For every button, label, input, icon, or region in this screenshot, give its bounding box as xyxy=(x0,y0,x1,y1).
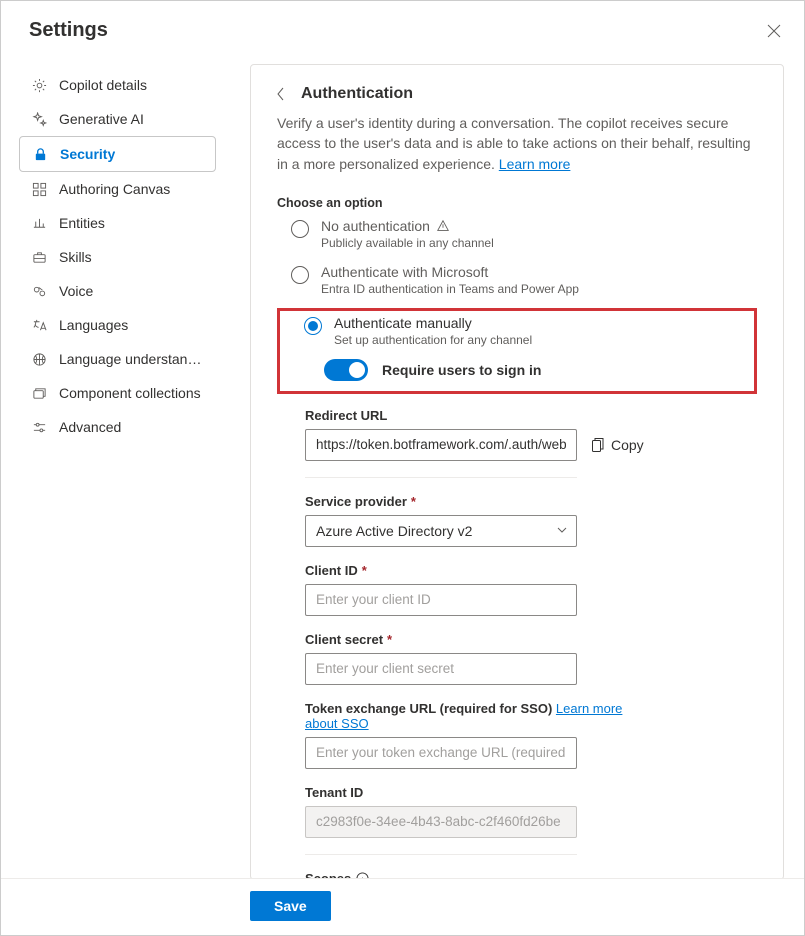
sidebar: Copilot details Generative AI Security A… xyxy=(1,56,234,880)
language-icon xyxy=(31,317,47,333)
sidebar-item-entities[interactable]: Entities xyxy=(19,206,216,240)
sidebar-item-label: Skills xyxy=(59,249,92,265)
sidebar-item-advanced[interactable]: Advanced xyxy=(19,410,216,444)
sidebar-item-label: Authoring Canvas xyxy=(59,181,170,197)
option-authenticate-microsoft[interactable]: Authenticate with Microsoft Entra ID aut… xyxy=(291,264,757,296)
footer: Save xyxy=(1,878,804,935)
sidebar-item-language-understanding[interactable]: Language understandi... xyxy=(19,342,216,376)
sidebar-item-label: Entities xyxy=(59,215,105,231)
sidebar-item-label: Language understandi... xyxy=(59,351,204,367)
client-secret-label: Client secret * xyxy=(305,632,757,647)
sidebar-item-label: Component collections xyxy=(59,385,201,401)
voice-icon xyxy=(31,283,47,299)
client-id-input[interactable] xyxy=(305,584,577,616)
radio-ms-auth[interactable] xyxy=(291,266,309,284)
toggle-label: Require users to sign in xyxy=(382,362,541,378)
highlighted-region: Authenticate manually Set up authenticat… xyxy=(277,308,757,394)
sparkle-icon xyxy=(31,111,47,127)
gear-icon xyxy=(31,77,47,93)
client-secret-input[interactable] xyxy=(305,653,577,685)
close-icon[interactable] xyxy=(766,23,782,39)
sidebar-item-label: Voice xyxy=(59,283,93,299)
copy-icon xyxy=(591,437,605,453)
sidebar-item-authoring-canvas[interactable]: Authoring Canvas xyxy=(19,172,216,206)
sidebar-item-label: Security xyxy=(60,146,115,162)
tenant-id-label: Tenant ID xyxy=(305,785,757,800)
sidebar-item-languages[interactable]: Languages xyxy=(19,308,216,342)
copy-button[interactable]: Copy xyxy=(591,437,644,453)
briefcase-icon xyxy=(31,249,47,265)
sliders-icon xyxy=(31,419,47,435)
option-no-authentication[interactable]: No authentication Publicly available in … xyxy=(291,218,757,250)
token-exchange-label: Token exchange URL (required for SSO) Le… xyxy=(305,701,625,731)
sidebar-item-component-collections[interactable]: Component collections xyxy=(19,376,216,410)
radio-no-auth[interactable] xyxy=(291,220,309,238)
sidebar-item-label: Languages xyxy=(59,317,128,333)
redirect-url-label: Redirect URL xyxy=(305,408,757,423)
lock-icon xyxy=(32,146,48,162)
layout-icon xyxy=(31,181,47,197)
learn-more-link[interactable]: Learn more xyxy=(499,156,571,172)
sidebar-item-voice[interactable]: Voice xyxy=(19,274,216,308)
main-title: Authentication xyxy=(301,85,413,103)
sidebar-item-label: Advanced xyxy=(59,419,121,435)
require-sign-in-toggle[interactable] xyxy=(324,359,368,381)
client-id-label: Client ID * xyxy=(305,563,757,578)
back-icon[interactable] xyxy=(277,87,289,101)
description: Verify a user's identity during a conver… xyxy=(277,113,757,174)
sidebar-item-generative-ai[interactable]: Generative AI xyxy=(19,102,216,136)
service-provider-select[interactable]: Azure Active Directory v2 xyxy=(305,515,577,547)
sidebar-item-skills[interactable]: Skills xyxy=(19,240,216,274)
entities-icon xyxy=(31,215,47,231)
redirect-url-input[interactable] xyxy=(305,429,577,461)
sidebar-item-label: Copilot details xyxy=(59,77,147,93)
warning-icon xyxy=(436,219,450,233)
separator xyxy=(305,854,577,855)
radio-manual-auth[interactable] xyxy=(304,317,322,335)
sidebar-item-label: Generative AI xyxy=(59,111,144,127)
page-title: Settings xyxy=(29,19,108,42)
choose-option-label: Choose an option xyxy=(277,196,757,210)
collection-icon xyxy=(31,385,47,401)
option-authenticate-manually[interactable]: Authenticate manually Set up authenticat… xyxy=(304,315,744,347)
sidebar-item-security[interactable]: Security xyxy=(19,136,216,172)
brain-icon xyxy=(31,351,47,367)
token-exchange-input[interactable] xyxy=(305,737,577,769)
chevron-down-icon xyxy=(556,524,568,536)
save-button[interactable]: Save xyxy=(250,891,331,921)
tenant-id-input xyxy=(305,806,577,838)
sidebar-item-copilot-details[interactable]: Copilot details xyxy=(19,68,216,102)
service-provider-label: Service provider * xyxy=(305,494,757,509)
main-panel: Authentication Verify a user's identity … xyxy=(250,64,784,880)
separator xyxy=(305,477,577,478)
